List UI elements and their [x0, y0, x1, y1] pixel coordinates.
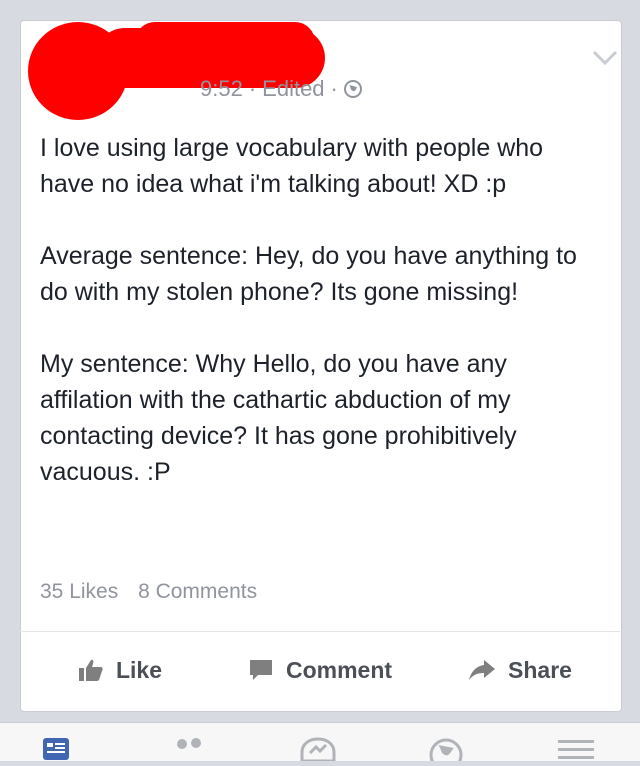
divider	[20, 631, 620, 632]
post-timestamp[interactable]: 9:52	[200, 76, 243, 101]
chevron-down-icon[interactable]	[592, 50, 618, 66]
post-paragraph: My sentence: Why Hello, do you have any …	[40, 350, 517, 486]
bottom-tab-bar	[0, 722, 640, 766]
like-button[interactable]: Like	[20, 657, 220, 684]
thumbs-up-icon	[78, 659, 103, 681]
likes-count[interactable]: 35 Likes	[40, 580, 118, 603]
post-actions: Like Comment Share	[20, 640, 620, 700]
comment-label: Comment	[285, 656, 393, 683]
edited-label[interactable]: Edited	[262, 76, 324, 101]
comment-button[interactable]: Comment	[220, 657, 420, 684]
share-arrow-icon	[469, 660, 496, 680]
globe-icon[interactable]	[428, 737, 464, 766]
globe-icon[interactable]	[343, 78, 362, 98]
post-paragraph: Average sentence: Hey, do you have anyth…	[40, 242, 577, 306]
share-label: Share	[508, 656, 572, 683]
messenger-icon[interactable]	[300, 737, 336, 766]
redaction-mark	[135, 22, 315, 62]
post-stats: 35 Likes 8 Comments	[40, 580, 271, 604]
friends-icon[interactable]	[172, 737, 206, 766]
post-body: I love using large vocabulary with peopl…	[40, 130, 600, 526]
share-button[interactable]: Share	[420, 657, 620, 684]
post-meta: 9:52 · Edited ·	[120, 76, 362, 102]
comments-count[interactable]: 8 Comments	[138, 580, 257, 603]
menu-icon[interactable]	[556, 737, 596, 766]
like-label: Like	[115, 656, 163, 683]
news-feed-icon[interactable]	[42, 737, 70, 766]
post-paragraph: I love using large vocabulary with peopl…	[40, 134, 544, 198]
comment-icon	[249, 660, 272, 680]
